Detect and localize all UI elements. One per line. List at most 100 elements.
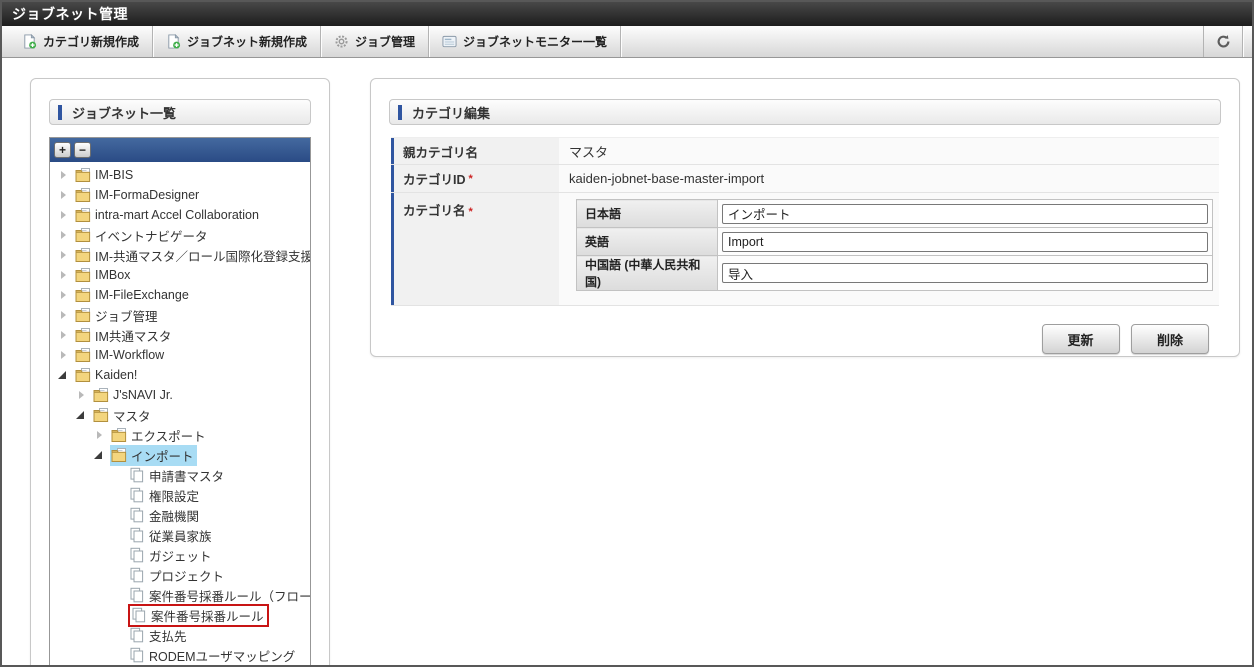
tree-item[interactable]: 支払先 xyxy=(50,625,310,645)
category-name-input[interactable] xyxy=(722,204,1208,224)
folder-icon xyxy=(111,427,127,443)
document-icon xyxy=(129,627,145,643)
tree-item-label: 申請書マスタ xyxy=(149,466,224,485)
tree-item[interactable]: 案件番号採番ルール（フロー連携） xyxy=(50,585,310,605)
tree-item[interactable]: intra-mart Accel Collaboration xyxy=(50,205,310,225)
parent-category-label: 親カテゴリ名 xyxy=(391,138,559,164)
category-id-label: カテゴリID* xyxy=(391,165,559,192)
document-icon xyxy=(129,527,145,543)
category-name-input[interactable] xyxy=(722,232,1208,252)
folder-icon xyxy=(75,327,91,343)
expander-icon[interactable] xyxy=(56,331,74,339)
tree-item[interactable]: 金融機関 xyxy=(50,505,310,525)
new-document-icon xyxy=(22,34,37,49)
collapse-all-button[interactable]: − xyxy=(74,142,91,158)
expander-icon[interactable] xyxy=(56,271,74,279)
expander-icon[interactable] xyxy=(56,171,74,179)
document-icon xyxy=(129,647,145,663)
document-icon xyxy=(129,567,145,583)
tree-item[interactable]: ジョブ管理 xyxy=(50,305,310,325)
jobnet-list-header: ジョブネット一覧 xyxy=(49,99,311,125)
tree-item-label: IMBox xyxy=(95,268,130,282)
expander-icon[interactable] xyxy=(56,251,74,259)
tree-item[interactable]: プロジェクト xyxy=(50,565,310,585)
folder-icon xyxy=(75,267,91,283)
toolbar-button[interactable]: ジョブ管理 xyxy=(321,26,429,57)
document-icon xyxy=(129,587,145,603)
locale-label: 中国語 (中華人民共和国) xyxy=(577,256,718,291)
expander-icon[interactable] xyxy=(56,211,74,219)
category-edit-header: カテゴリ編集 xyxy=(389,99,1221,125)
tree-item-label: 金融機関 xyxy=(149,506,199,525)
tree-item[interactable]: IM-Workflow xyxy=(50,345,310,365)
folder-icon xyxy=(75,287,91,303)
toolbar-button[interactable]: ジョブネットモニター一覧 xyxy=(429,26,621,57)
tree-item-label: 案件番号採番ルール xyxy=(151,606,264,625)
tree-item[interactable]: 申請書マスタ xyxy=(50,465,310,485)
expander-icon[interactable] xyxy=(92,451,110,459)
tree-item[interactable]: IM共通マスタ xyxy=(50,325,310,345)
tree-item[interactable]: エクスポート xyxy=(50,425,310,445)
tree-item-label: 案件番号採番ルール（フロー連携） xyxy=(149,586,310,605)
tree-item-label: IM-共通マスタ／ロール国際化登録支援機能 xyxy=(95,246,310,265)
document-icon xyxy=(129,507,145,523)
tree-item[interactable]: Kaiden! xyxy=(50,365,310,385)
expander-icon[interactable] xyxy=(56,371,74,379)
expander-icon[interactable] xyxy=(56,311,74,319)
expander-icon[interactable] xyxy=(56,231,74,239)
tree-item-label: IM-FileExchange xyxy=(95,288,189,302)
folder-icon xyxy=(75,187,91,203)
tree-item[interactable]: ガジェット xyxy=(50,545,310,565)
folder-icon xyxy=(75,307,91,323)
tree-item[interactable]: IM-BIS xyxy=(50,165,310,185)
tree-item[interactable]: IM-FormaDesigner xyxy=(50,185,310,205)
locale-label: 日本語 xyxy=(577,200,718,228)
tree-item-label: IM-FormaDesigner xyxy=(95,188,199,202)
category-name-input[interactable] xyxy=(722,263,1208,283)
tree-item[interactable]: IM-共通マスタ／ロール国際化登録支援機能 xyxy=(50,245,310,265)
tree-item-label: RODEMユーザマッピング xyxy=(149,646,295,665)
tree-item[interactable]: J'sNAVI Jr. xyxy=(50,385,310,405)
category-edit-form: 親カテゴリ名 マスタ カテゴリID* kaiden-jobnet-base-ma… xyxy=(391,137,1219,306)
expander-icon[interactable] xyxy=(56,291,74,299)
tree-item-label: インポート xyxy=(131,446,194,465)
expander-icon[interactable] xyxy=(56,351,74,359)
tree-item-label: IM-Workflow xyxy=(95,348,164,362)
tree-item[interactable]: イベントナビゲータ xyxy=(50,225,310,245)
new-document-icon xyxy=(166,34,181,49)
tree-item[interactable]: インポート xyxy=(50,445,310,465)
folder-icon xyxy=(75,347,91,363)
expander-icon[interactable] xyxy=(56,191,74,199)
tree-body: IM-BIS IM-FormaDesigner intra-mart Accel… xyxy=(50,162,310,667)
category-name-locale-table: 日本語 英語 中国語 (中華人民共和国) xyxy=(576,199,1213,291)
delete-button[interactable]: 削除 xyxy=(1131,324,1209,354)
update-button[interactable]: 更新 xyxy=(1042,324,1120,354)
tree-item-label: 支払先 xyxy=(149,626,187,645)
folder-icon xyxy=(75,367,91,383)
refresh-button[interactable] xyxy=(1203,26,1243,57)
document-icon xyxy=(131,607,147,623)
expander-icon[interactable] xyxy=(74,391,92,399)
tree-item[interactable]: マスタ xyxy=(50,405,310,425)
jobnet-list-panel: ジョブネット一覧 + − IM-BIS IM-FormaDesigner int… xyxy=(30,78,330,667)
form-actions: 更新 削除 xyxy=(371,324,1209,354)
toolbar-button[interactable]: ジョブネット新規作成 xyxy=(153,26,321,57)
expand-all-button[interactable]: + xyxy=(54,142,71,158)
toolbar-button[interactable]: カテゴリ新規作成 xyxy=(9,26,153,57)
jobnet-management-window: ジョブネット管理 カテゴリ新規作成 ジョブネット新規作成 ジョブ管理 ジョブネッ… xyxy=(0,0,1254,667)
tree-item[interactable]: IMBox xyxy=(50,265,310,285)
category-edit-title: カテゴリ編集 xyxy=(412,103,490,122)
accent-bar xyxy=(58,105,62,120)
expander-icon[interactable] xyxy=(74,411,92,419)
expander-icon[interactable] xyxy=(92,431,110,439)
folder-icon xyxy=(75,247,91,263)
required-marker: * xyxy=(469,173,473,185)
tree-item[interactable]: RODEMユーザマッピング xyxy=(50,645,310,665)
tree-toolbar: + − xyxy=(50,138,310,162)
tree-item[interactable]: 案件番号採番ルール xyxy=(50,605,310,625)
tree-item[interactable]: 従業員家族 xyxy=(50,525,310,545)
tree-item-label: IM共通マスタ xyxy=(95,326,171,345)
tree-item[interactable]: IM-FileExchange xyxy=(50,285,310,305)
tree-item[interactable]: 権限設定 xyxy=(50,485,310,505)
tree-item-label: 従業員家族 xyxy=(149,526,212,545)
